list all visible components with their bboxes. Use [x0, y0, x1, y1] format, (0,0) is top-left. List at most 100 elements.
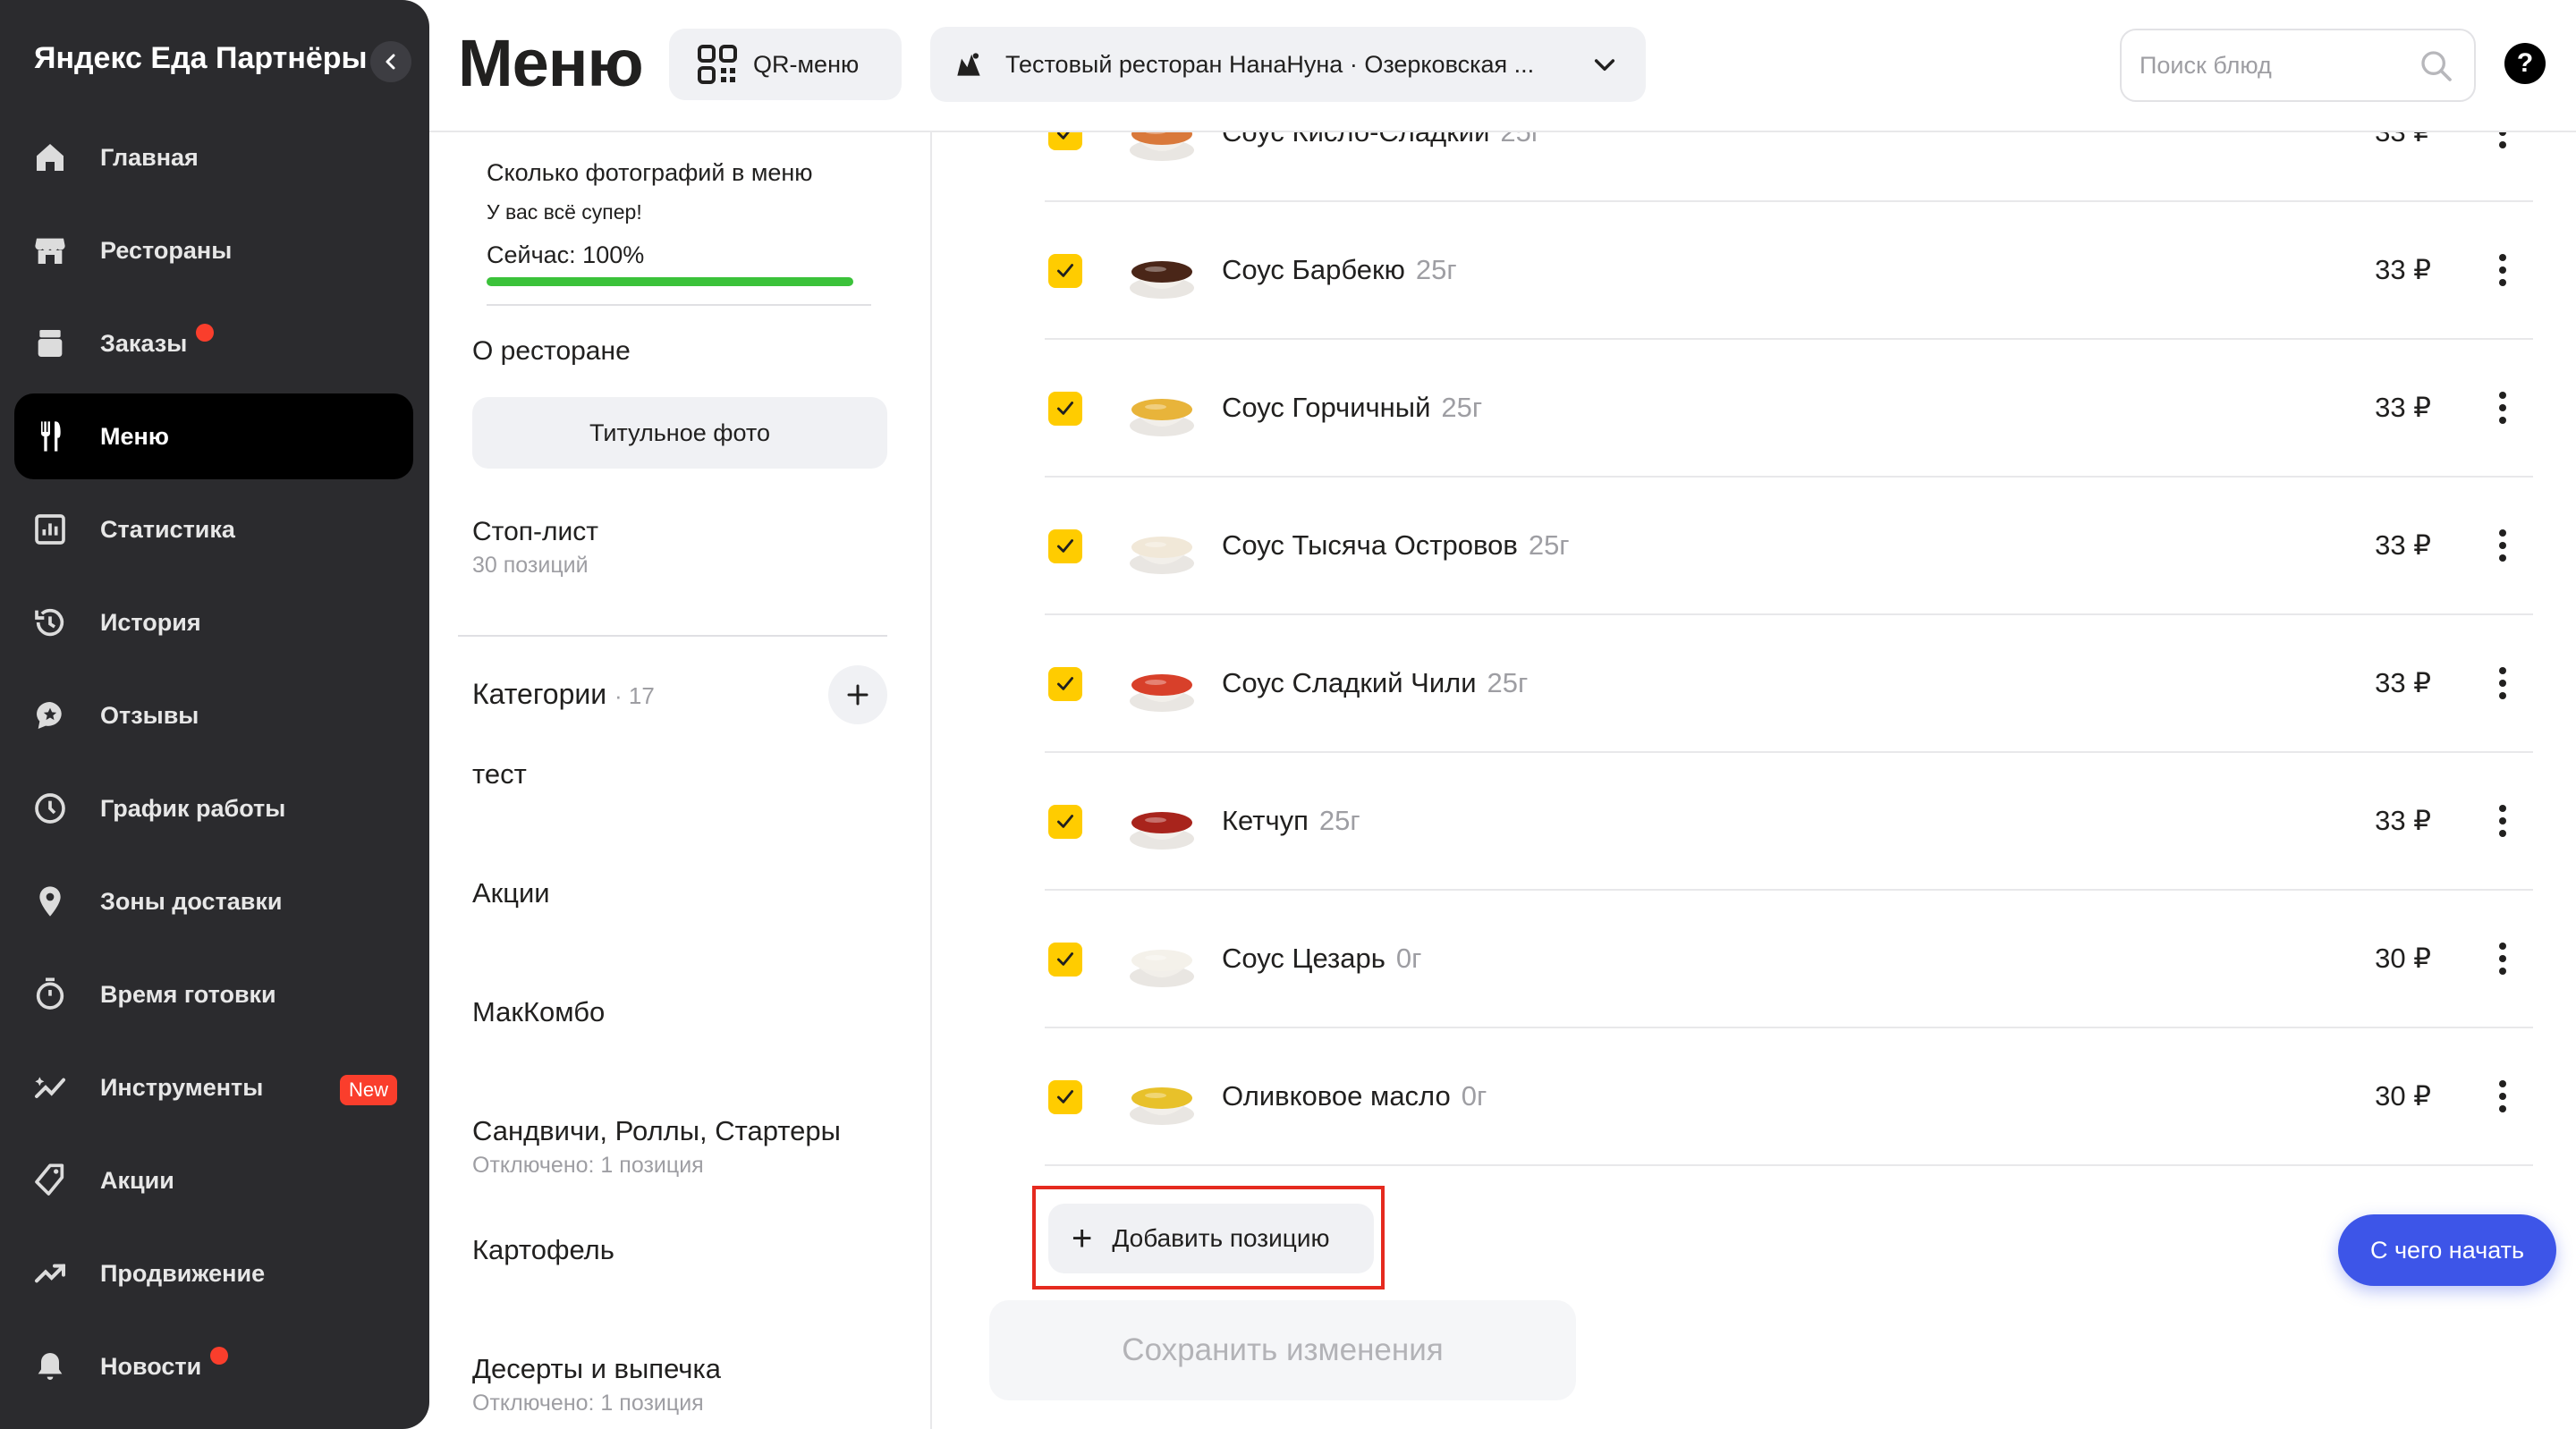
notification-dot — [210, 1347, 229, 1365]
sidebar-item-label: Зоны доставки — [100, 887, 283, 915]
item-title: Оливковое масло 0г — [1222, 1080, 1487, 1112]
add-category-button[interactable] — [828, 665, 887, 724]
category-item[interactable]: Сандвичи, Роллы, Стартеры Отключено: 1 по… — [472, 1115, 902, 1234]
sidebar-item-restaurants[interactable]: Рестораны — [14, 207, 413, 293]
more-options-icon[interactable] — [2494, 249, 2512, 292]
category-list: тест Акции МакКомбо Сандвичи, Роллы, Старте… — [472, 758, 902, 1429]
menu-item-row[interactable]: Оливковое масло 0г 30 ₽ — [1045, 1028, 2533, 1166]
sidebar-item-schedule[interactable]: График работы — [14, 765, 413, 851]
item-price: 30 ₽ — [2375, 1080, 2431, 1112]
collapse-sidebar-button[interactable] — [370, 41, 411, 82]
item-price: 33 ₽ — [2375, 254, 2431, 285]
menu-item-row[interactable]: Соус Горчичный 25г 33 ₽ — [1045, 340, 2533, 478]
category-item[interactable]: Акции — [472, 877, 902, 996]
item-checkbox[interactable] — [1048, 667, 1082, 701]
item-price: 33 ₽ — [2375, 805, 2431, 836]
item-photo — [1130, 537, 1194, 574]
chevron-down-icon — [1594, 59, 1615, 72]
restaurant-name: Тестовый ресторан НанаНуна · Озерковская… — [1005, 50, 1535, 78]
item-weight: 25г — [1487, 667, 1529, 698]
photos-current: Сейчас: 100% — [487, 241, 645, 268]
item-checkbox[interactable] — [1048, 805, 1082, 839]
search-input[interactable]: Поиск блюд — [2120, 29, 2476, 102]
clock-icon — [35, 793, 65, 824]
plus-icon: + — [1072, 1219, 1093, 1258]
fork-knife-icon — [41, 421, 61, 452]
get-started-button[interactable]: С чего начать — [2338, 1214, 2556, 1286]
menu-item-row[interactable]: Соус Барбекю 25г 33 ₽ — [1045, 202, 2533, 340]
category-item[interactable]: Картофель — [472, 1234, 902, 1353]
item-title: Кетчуп 25г — [1222, 805, 1360, 837]
save-changes-button[interactable]: Сохранить изменения — [989, 1300, 1576, 1400]
menu-item-row[interactable]: Кетчуп 25г 33 ₽ — [1045, 753, 2533, 891]
item-name: Оливковое масло — [1222, 1080, 1451, 1112]
sidebar-item-label: Рестораны — [100, 236, 233, 264]
sidebar-item-home[interactable]: Главная — [14, 114, 413, 200]
item-checkbox[interactable] — [1048, 392, 1082, 426]
sidebar-item-statistics[interactable]: Статистика — [14, 486, 413, 572]
restaurant-selector[interactable]: Тестовый ресторан НанаНуна · Озерковская… — [930, 27, 1646, 102]
sidebar-item-reviews[interactable]: Отзывы — [14, 672, 413, 758]
photos-title: Сколько фотографий в меню — [487, 159, 813, 186]
help-button[interactable]: ? — [2504, 43, 2546, 84]
bell-icon — [38, 1353, 63, 1380]
chevron-left-icon — [386, 54, 395, 70]
category-item[interactable]: МакКомбо — [472, 996, 902, 1115]
item-checkbox[interactable] — [1048, 943, 1082, 977]
menu-item-row[interactable]: Соус Тысяча Островов 25г 33 ₽ — [1045, 478, 2533, 615]
sidebar-item-cooking-time[interactable]: Время готовки — [14, 951, 413, 1037]
add-item-label: Добавить позицию — [1112, 1224, 1330, 1252]
sidebar-item-label: История — [100, 608, 201, 636]
more-options-icon[interactable] — [2494, 799, 2512, 842]
menu-item-row[interactable]: Соус Цезарь 0г 30 ₽ — [1045, 891, 2533, 1028]
menu-item-row[interactable]: Соус Сладкий Чили 25г 33 ₽ — [1045, 615, 2533, 753]
category-item[interactable]: Десерты и выпечка Отключено: 1 позиция — [472, 1353, 902, 1429]
more-options-icon[interactable] — [2494, 524, 2512, 567]
item-weight: 25г — [1528, 529, 1570, 561]
sidebar-item-news[interactable]: Новости — [14, 1323, 413, 1409]
sidebar-item-label: Отзывы — [100, 701, 199, 729]
item-checkbox[interactable] — [1048, 529, 1082, 563]
categories-label: Категории — [472, 678, 607, 710]
item-title: Соус Горчичный 25г — [1222, 392, 1482, 424]
item-photo — [1130, 261, 1194, 299]
category-name: Десерты и выпечка — [472, 1353, 721, 1384]
sidebar-item-tools[interactable]: Инструменты New — [14, 1044, 413, 1130]
location-pin-icon — [39, 886, 61, 917]
new-badge: New — [339, 1075, 397, 1105]
categories-count: · 17 — [614, 682, 655, 709]
add-item-button[interactable]: + Добавить позицию — [1048, 1204, 1374, 1273]
checkmark-icon — [1057, 952, 1073, 966]
stop-list-link[interactable]: Стоп-лист — [472, 517, 598, 547]
qr-menu-button[interactable]: QR-меню — [669, 29, 902, 100]
brand-logo[interactable]: Яндекс Еда Партнёры — [34, 41, 368, 76]
category-item[interactable]: тест — [472, 758, 902, 877]
item-checkbox[interactable] — [1048, 1080, 1082, 1114]
sidebar-item-advertising[interactable]: Продвижение — [14, 1230, 413, 1316]
item-weight: 25г — [1415, 254, 1457, 285]
about-restaurant-link[interactable]: О ресторане — [472, 336, 631, 367]
sidebar-nav: Главная Рестораны Заказы Меню Статистика… — [14, 114, 413, 1416]
more-options-icon[interactable] — [2494, 937, 2512, 980]
trend-icon — [35, 1264, 65, 1283]
search-placeholder: Поиск блюд — [2140, 51, 2272, 79]
qr-menu-label: QR-меню — [753, 50, 860, 78]
sidebar-item-history[interactable]: История — [14, 579, 413, 665]
sidebar-item-delivery-zones[interactable]: Зоны доставки — [14, 858, 413, 944]
more-options-icon[interactable] — [2494, 386, 2512, 429]
item-checkbox[interactable] — [1048, 254, 1082, 288]
sidebar-item-promotions[interactable]: Акции — [14, 1137, 413, 1223]
item-photo — [1130, 674, 1194, 712]
sidebar-item-label: Инструменты — [100, 1073, 264, 1101]
cover-photo-button[interactable]: Титульное фото — [472, 397, 887, 469]
more-options-icon[interactable] — [2494, 1075, 2512, 1118]
sidebar-item-label: Новости — [100, 1352, 202, 1380]
item-name: Соус Цезарь — [1222, 943, 1385, 974]
reviews-icon — [37, 702, 62, 729]
more-options-icon[interactable] — [2494, 662, 2512, 705]
sidebar-item-label: Акции — [100, 1166, 174, 1194]
item-weight: 0г — [1395, 943, 1422, 974]
category-status: Отключено: 1 позиция — [472, 1391, 704, 1416]
sidebar-item-menu[interactable]: Меню — [14, 393, 413, 479]
sidebar-item-orders[interactable]: Заказы — [14, 300, 413, 386]
